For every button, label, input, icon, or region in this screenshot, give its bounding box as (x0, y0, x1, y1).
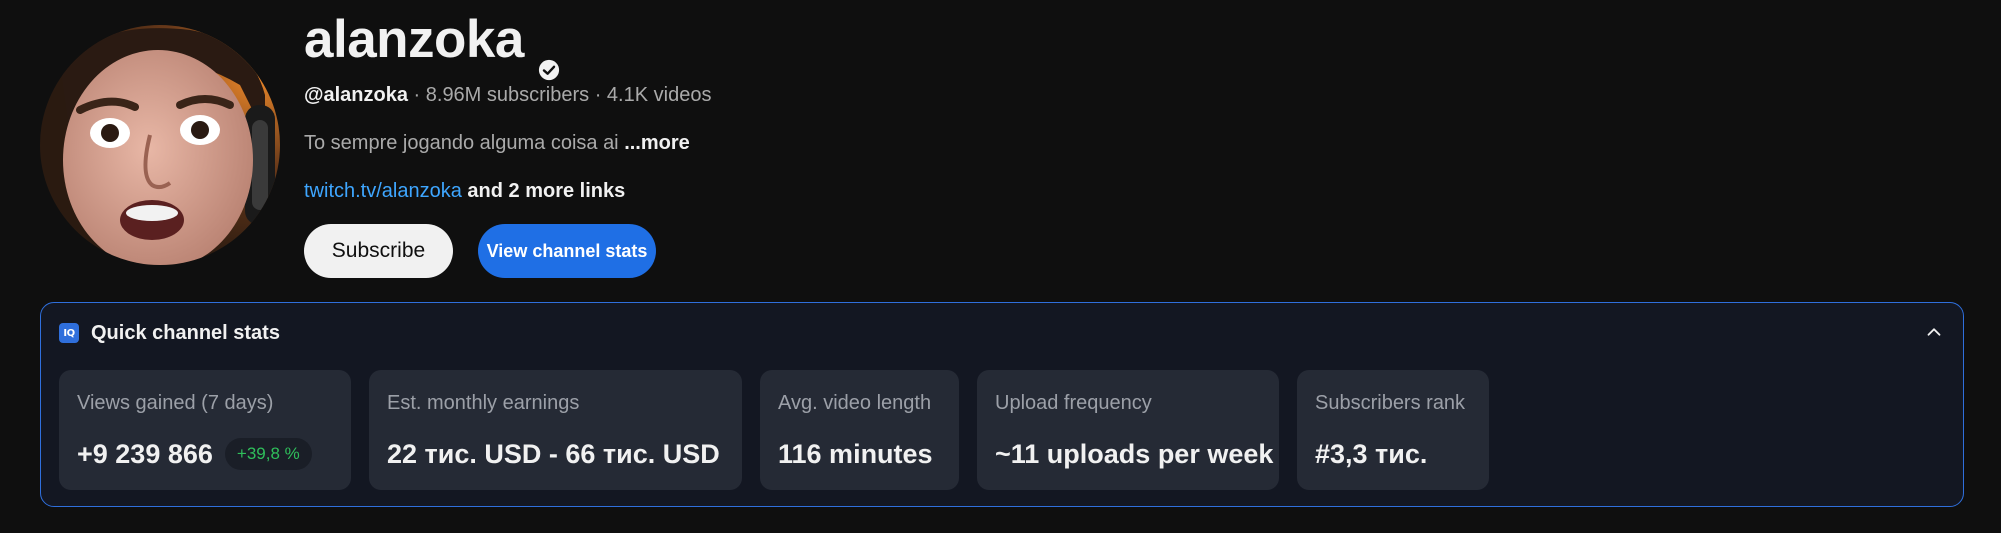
iq-logo-icon: IQ (59, 323, 79, 343)
iq-logo-text: IQ (63, 327, 75, 339)
channel-description[interactable]: To sempre jogando alguma coisa ai ...mor… (304, 130, 690, 156)
stat-value: 116 minutes (778, 439, 933, 469)
stat-label: Views gained (7 days) (77, 392, 274, 414)
growth-badge: +39,8 % (224, 438, 312, 470)
channel-handle[interactable]: @alanzoka (304, 84, 408, 106)
view-channel-stats-button[interactable]: View channel stats (478, 224, 656, 278)
description-text: To sempre jogando alguma coisa ai (304, 132, 625, 154)
stat-value: #3,3 тис. (1315, 439, 1428, 469)
avatar-image (40, 25, 280, 265)
channel-avatar[interactable] (40, 25, 280, 265)
video-count: · 4.1K videos (589, 84, 712, 106)
stat-card-subscribers-rank: Subscribers rank #3,3 тис. (1297, 370, 1489, 490)
stat-card-views-gained: Views gained (7 days) +9 239 866 +39,8 % (59, 370, 351, 490)
stat-card-avg-video-length: Avg. video length 116 minutes (760, 370, 959, 490)
verified-icon (538, 32, 560, 81)
stat-value: 22 тис. USD - 66 тис. USD (387, 439, 720, 469)
stat-label: Est. monthly earnings (387, 392, 580, 414)
chevron-up-icon[interactable] (1923, 321, 1945, 343)
stat-value: +9 239 866 (77, 439, 213, 469)
channel-name-text: alanzoka (304, 10, 524, 69)
twitch-link[interactable]: twitch.tv/alanzoka (304, 180, 462, 202)
panel-header[interactable]: IQ Quick channel stats (59, 319, 280, 347)
stat-label: Avg. video length (778, 392, 932, 414)
more-links-button[interactable]: and 2 more links (462, 180, 625, 202)
quick-channel-stats-panel: IQ Quick channel stats Views gained (7 d… (40, 302, 1964, 507)
stat-value: ~11 uploads per week (995, 439, 1274, 469)
stat-card-monthly-earnings: Est. monthly earnings 22 тис. USD - 66 т… (369, 370, 742, 490)
channel-name: alanzoka (304, 8, 560, 81)
subscriber-count: · 8.96M subscribers (407, 84, 590, 106)
stat-label: Upload frequency (995, 392, 1152, 414)
channel-links: twitch.tv/alanzoka and 2 more links (304, 178, 625, 204)
stat-card-upload-frequency: Upload frequency ~11 uploads per week (977, 370, 1279, 490)
subscribe-button[interactable]: Subscribe (304, 224, 453, 278)
panel-title: Quick channel stats (91, 321, 280, 344)
channel-meta: @alanzoka · 8.96M subscribers · 4.1K vid… (304, 82, 711, 108)
description-more-link[interactable]: ...more (624, 132, 690, 154)
stat-label: Subscribers rank (1315, 392, 1466, 414)
